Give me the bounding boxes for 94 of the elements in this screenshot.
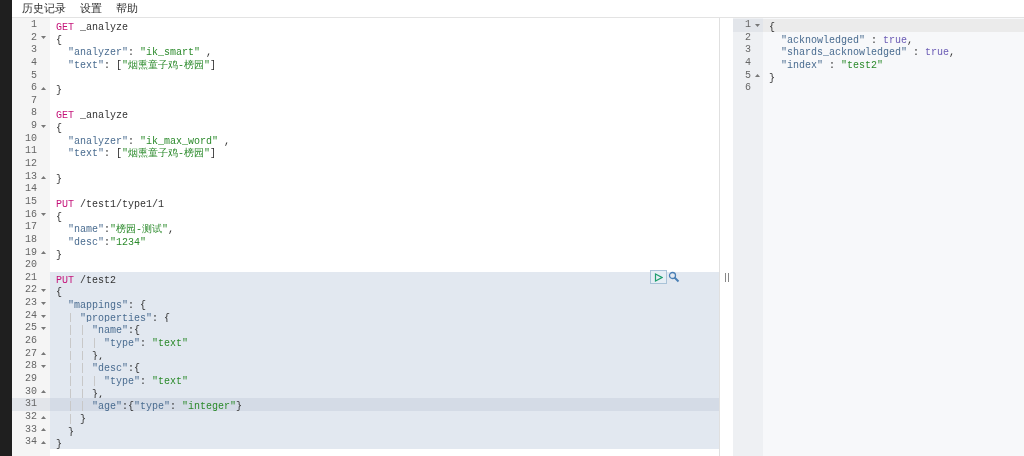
line-number: 24 bbox=[24, 309, 37, 323]
fold-icon[interactable] bbox=[39, 287, 47, 295]
code-line: { bbox=[56, 287, 62, 299]
fold-icon[interactable] bbox=[753, 21, 761, 29]
code-line: { bbox=[56, 211, 62, 223]
line-number: 29 bbox=[24, 372, 37, 386]
code-line: PUT /test1/type1/1 bbox=[56, 198, 165, 210]
code-line: "age":{"type": "integer"} bbox=[56, 401, 243, 413]
fold-icon[interactable] bbox=[39, 363, 47, 371]
unfold-icon[interactable] bbox=[39, 85, 47, 92]
line-number: 2 bbox=[30, 31, 37, 45]
line-number: 28 bbox=[24, 360, 37, 373]
unfold-icon[interactable] bbox=[39, 249, 47, 257]
fold-icon[interactable] bbox=[39, 325, 47, 333]
fold-icon[interactable] bbox=[39, 122, 47, 130]
line-number: 6 bbox=[744, 82, 751, 95]
line-number: 19 bbox=[24, 246, 37, 260]
code-line: } bbox=[56, 413, 86, 425]
code-line: } bbox=[769, 72, 775, 84]
line-number: 10 bbox=[24, 132, 37, 146]
line-number: 5 bbox=[30, 69, 37, 83]
line-number: 20 bbox=[24, 259, 37, 272]
unfold-icon[interactable] bbox=[753, 72, 761, 80]
line-number: 34 bbox=[24, 436, 37, 449]
code-line: } bbox=[56, 439, 62, 451]
line-number: 1 bbox=[30, 19, 37, 32]
code-line: "desc":"1234" bbox=[67, 236, 147, 248]
code-line: } bbox=[56, 173, 62, 185]
line-number: 6 bbox=[30, 82, 37, 95]
unfold-icon[interactable] bbox=[39, 413, 47, 421]
line-number: 21 bbox=[24, 271, 37, 285]
code-line: { bbox=[769, 22, 775, 33]
unfold-icon[interactable] bbox=[39, 350, 47, 358]
code-line: "text": ["烟熏童子鸡-榜园"] bbox=[67, 59, 217, 71]
code-line: "index" : "test2" bbox=[780, 59, 884, 71]
code-line: "analyzer": "ik_max_word" , bbox=[67, 135, 231, 147]
unfold-icon[interactable] bbox=[39, 388, 47, 396]
code-line: "name":{ bbox=[56, 325, 141, 337]
line-number: 5 bbox=[744, 69, 751, 83]
code-line: { bbox=[56, 123, 62, 135]
resize-handle[interactable] bbox=[724, 273, 729, 282]
code-line: "text": ["烟熏童子鸡-榜园"] bbox=[67, 148, 217, 160]
line-number: 7 bbox=[30, 94, 37, 108]
line-number: 33 bbox=[24, 423, 37, 437]
fold-icon[interactable] bbox=[39, 299, 47, 307]
code-line: "type": "text" bbox=[56, 338, 189, 349]
code-line: PUT /test2 bbox=[56, 274, 117, 286]
line-number: 4 bbox=[744, 56, 751, 70]
line-number: 16 bbox=[24, 208, 37, 222]
line-number: 17 bbox=[24, 221, 37, 234]
line-number: 25 bbox=[24, 322, 37, 336]
code-line: "analyzer": "ik_smart" , bbox=[67, 47, 213, 59]
code-line: "shards_acknowledged" : true, bbox=[780, 47, 956, 59]
line-number: 15 bbox=[24, 195, 37, 209]
code-line: "mappings": { bbox=[67, 300, 147, 312]
line-number: 23 bbox=[24, 297, 37, 310]
line-number: 14 bbox=[24, 183, 37, 196]
play-icon bbox=[654, 272, 663, 282]
menu-item[interactable]: 历史记录 bbox=[22, 0, 66, 17]
line-number: 3 bbox=[744, 44, 751, 57]
code-line: "name":"榜园-测试", bbox=[67, 224, 175, 236]
line-number: 27 bbox=[24, 347, 37, 361]
code-line: GET _analyze bbox=[56, 110, 129, 122]
unfold-icon[interactable] bbox=[39, 173, 47, 181]
line-number: 18 bbox=[24, 233, 37, 247]
line-number: 32 bbox=[24, 410, 37, 424]
unfold-icon[interactable] bbox=[39, 426, 47, 434]
line-number: 9 bbox=[30, 120, 37, 133]
code-line: "desc":{ bbox=[56, 363, 141, 375]
run-button[interactable] bbox=[650, 270, 667, 284]
line-number: 3 bbox=[30, 44, 37, 57]
unfold-icon[interactable] bbox=[39, 438, 47, 446]
line-number: 11 bbox=[24, 145, 37, 159]
code-line: "type": "text" bbox=[56, 375, 189, 387]
code-line: "acknowledged" : true, bbox=[780, 34, 914, 46]
line-number: 26 bbox=[24, 335, 37, 348]
line-number: 2 bbox=[744, 31, 751, 45]
line-number: 13 bbox=[24, 170, 37, 184]
code-line: { bbox=[56, 34, 62, 46]
menu-item[interactable]: 帮助 bbox=[116, 0, 138, 17]
line-number: 4 bbox=[30, 56, 37, 70]
code-line: } bbox=[56, 249, 62, 261]
line-number: 31 bbox=[24, 398, 37, 411]
line-number: 12 bbox=[24, 158, 37, 171]
line-number: 30 bbox=[24, 385, 37, 399]
fold-icon[interactable] bbox=[39, 211, 47, 219]
menu-item[interactable]: 设置 bbox=[80, 0, 102, 17]
fold-icon[interactable] bbox=[39, 34, 47, 42]
code-line: GET _analyze bbox=[56, 22, 129, 33]
fold-icon[interactable] bbox=[39, 312, 47, 320]
code-line: } bbox=[56, 85, 62, 97]
line-number: 22 bbox=[24, 284, 37, 298]
line-number: 1 bbox=[744, 19, 751, 32]
line-number: 8 bbox=[30, 107, 37, 121]
